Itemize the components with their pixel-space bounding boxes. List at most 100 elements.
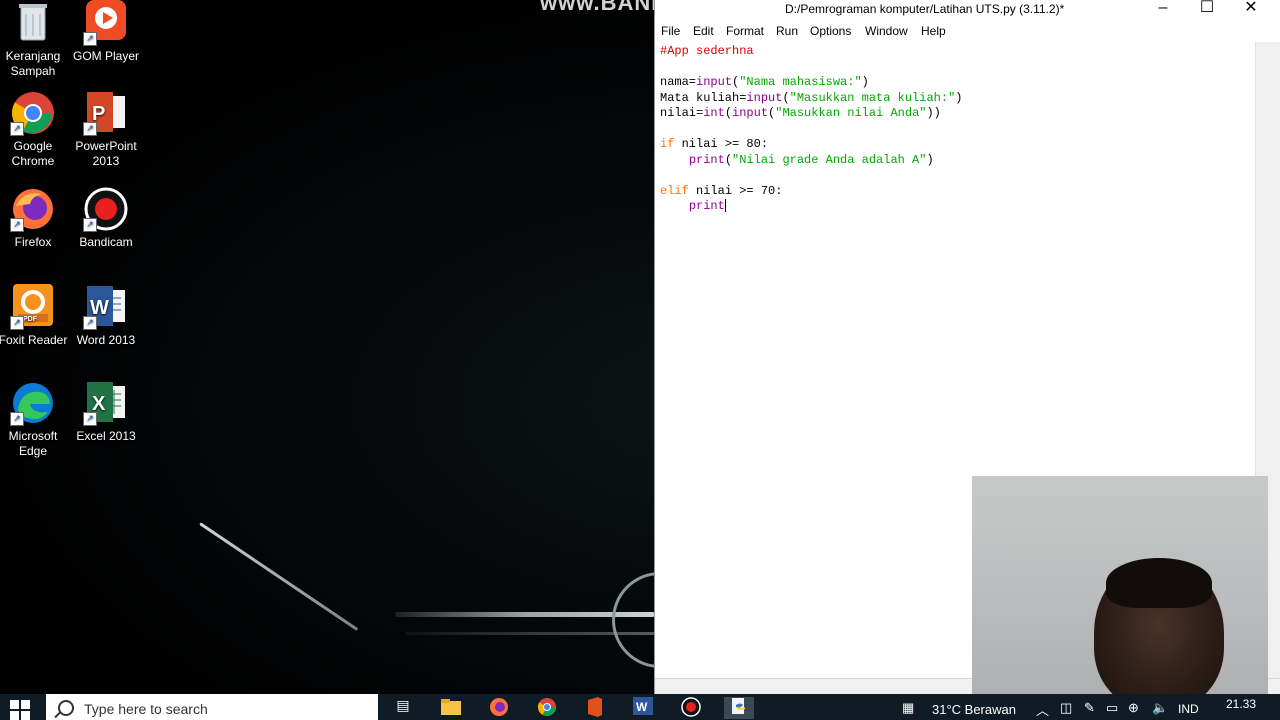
- pen-icon[interactable]: ✎: [1084, 700, 1095, 716]
- code-token: int: [703, 106, 725, 120]
- clock-time[interactable]: 21.33: [1226, 697, 1256, 711]
- office-taskbar-icon[interactable]: [580, 697, 610, 719]
- desktop-icon-label: Excel 2013: [76, 429, 136, 443]
- code-token: Mata kuliah=: [660, 90, 747, 105]
- menu-window[interactable]: Window: [865, 24, 908, 38]
- firefox-taskbar-icon[interactable]: [484, 697, 514, 719]
- desktop-icon-firefox[interactable]: ↗ Firefox: [0, 186, 70, 250]
- desktop-icon-label: Bandicam: [79, 235, 133, 249]
- minimize-button[interactable]: –: [1141, 0, 1185, 18]
- task-view-icon[interactable]: ▤: [388, 697, 418, 719]
- powerpoint-icon: P ↗: [83, 90, 129, 136]
- weather-icon[interactable]: ▦: [902, 700, 914, 716]
- menu-options[interactable]: Options: [810, 24, 851, 38]
- code-token: #App sederhna: [660, 44, 754, 58]
- desktop-icon-powerpoint[interactable]: P ↗ PowerPoint 2013: [69, 90, 143, 169]
- desktop-icon-excel[interactable]: X ↗ Excel 2013: [69, 380, 143, 444]
- start-button[interactable]: [10, 700, 30, 720]
- code-line: nilai=int(input("Masukkan nilai Anda")): [660, 106, 941, 121]
- desktop-icon-label: Word 2013: [76, 333, 136, 347]
- desktop-icon-label: GOM Player: [72, 49, 139, 63]
- bandicam-icon: ↗: [83, 186, 129, 232]
- desktop-icon-gom-player[interactable]: ↗ GOM Player: [69, 0, 143, 64]
- code-token: nama=: [660, 75, 697, 89]
- code-token: nilai >= 80:: [674, 137, 769, 151]
- network-icon[interactable]: ⊕: [1128, 700, 1139, 716]
- code-line: Mata kuliah=input("Masukkan mata kuliah:…: [660, 91, 962, 106]
- taskbar: Type here to search ▤ W ▦ 31°C Berawan ︿…: [0, 694, 1280, 720]
- menu-bar: File Edit Format Run Options Window Help: [655, 22, 1280, 42]
- code-line: if nilai >= 80:: [660, 137, 768, 152]
- code-token: input: [746, 90, 783, 105]
- desktop-icon-label: Microsoft Edge: [8, 429, 58, 458]
- menu-run[interactable]: Run: [776, 24, 798, 38]
- input-language[interactable]: IND: [1178, 702, 1199, 716]
- desktop-icon-label: Google Chrome: [11, 139, 55, 168]
- chrome-taskbar-icon[interactable]: [532, 697, 562, 719]
- desktop-icon-label: Foxit Reader: [0, 333, 68, 347]
- code-token: "Masukkan nilai Anda": [775, 106, 927, 120]
- chevron-up-icon[interactable]: ︿: [1036, 700, 1049, 719]
- code-token: )): [926, 106, 941, 120]
- code-token: elif: [660, 183, 689, 198]
- edge-icon: ↗: [10, 380, 56, 426]
- desktop-icon-label: PowerPoint 2013: [75, 139, 137, 168]
- desktop-icon-label: Firefox: [14, 235, 52, 249]
- desktop-icon-label: Keranjang Sampah: [5, 49, 61, 78]
- windows-logo-icon: [10, 700, 19, 709]
- menu-format[interactable]: Format: [726, 24, 764, 38]
- desktop-icon-foxit-reader[interactable]: PDF ↗ Foxit Reader: [0, 284, 70, 348]
- excel-icon: X ↗: [83, 380, 129, 426]
- gom-player-icon: ↗: [83, 0, 129, 46]
- code-token: ): [861, 75, 869, 89]
- close-button[interactable]: ✕: [1229, 0, 1273, 18]
- code-token: print: [688, 199, 725, 213]
- text-caret: [724, 199, 726, 213]
- code-line: elif nilai >= 70:: [660, 184, 782, 199]
- code-token: "Nama mahasiswa:": [739, 75, 862, 89]
- menu-edit[interactable]: Edit: [693, 24, 714, 38]
- wallpaper-car-edge: [199, 522, 359, 631]
- code-line: print("Nilai grade Anda adalah A"): [660, 153, 934, 168]
- taskbar-search-box[interactable]: Type here to search: [46, 694, 378, 720]
- code-token: "Masukkan mata kuliah:": [789, 90, 956, 105]
- meet-now-icon[interactable]: ◫: [1060, 700, 1072, 716]
- weather-text[interactable]: 31°C Berawan: [932, 702, 1016, 717]
- search-icon: [58, 700, 74, 716]
- desktop-icon-word[interactable]: W ↗ Word 2013: [69, 284, 143, 348]
- windows-logo-icon: [10, 711, 19, 720]
- desktop-icon-recycle-bin[interactable]: Keranjang Sampah: [0, 0, 70, 79]
- windows-logo-icon: [21, 700, 30, 709]
- code-token: "Nilai grade Anda adalah A": [732, 152, 927, 167]
- firefox-icon: ↗: [10, 186, 56, 232]
- volume-icon[interactable]: 🔈: [1152, 700, 1168, 716]
- bandicam-taskbar-icon[interactable]: [676, 697, 706, 719]
- search-placeholder: Type here to search: [84, 701, 208, 717]
- word-taskbar-icon[interactable]: W: [628, 697, 658, 719]
- code-token: print: [688, 152, 725, 167]
- windows-logo-icon: [21, 711, 30, 720]
- chrome-icon: ↗: [10, 90, 56, 136]
- code-token: (: [724, 152, 733, 167]
- window-titlebar[interactable]: D:/Pemrograman komputer/Latihan UTS.py (…: [655, 0, 1280, 20]
- code-token: (: [782, 90, 790, 105]
- svg-text:PDF: PDF: [23, 316, 38, 323]
- file-explorer-icon[interactable]: [436, 697, 466, 719]
- maximize-button[interactable]: ☐: [1185, 0, 1229, 18]
- code-token: ): [926, 152, 934, 167]
- presenter-hair: [1106, 558, 1212, 608]
- menu-help[interactable]: Help: [921, 24, 946, 38]
- code-token: ): [955, 90, 963, 105]
- desktop-icon-edge[interactable]: ↗ Microsoft Edge: [0, 380, 70, 459]
- code-token: input: [732, 106, 769, 120]
- code-line: nama=input("Nama mahasiswa:"): [660, 75, 869, 90]
- battery-icon[interactable]: ▭: [1106, 700, 1118, 716]
- menu-file[interactable]: File: [661, 24, 680, 38]
- desktop-icon-google-chrome[interactable]: ↗ Google Chrome: [0, 90, 70, 169]
- code-token: if: [660, 137, 675, 151]
- window-title: D:/Pemrograman komputer/Latihan UTS.py (…: [785, 2, 1065, 16]
- desktop-icon-bandicam[interactable]: ↗ Bandicam: [69, 186, 143, 250]
- idle-taskbar-icon[interactable]: [724, 697, 754, 719]
